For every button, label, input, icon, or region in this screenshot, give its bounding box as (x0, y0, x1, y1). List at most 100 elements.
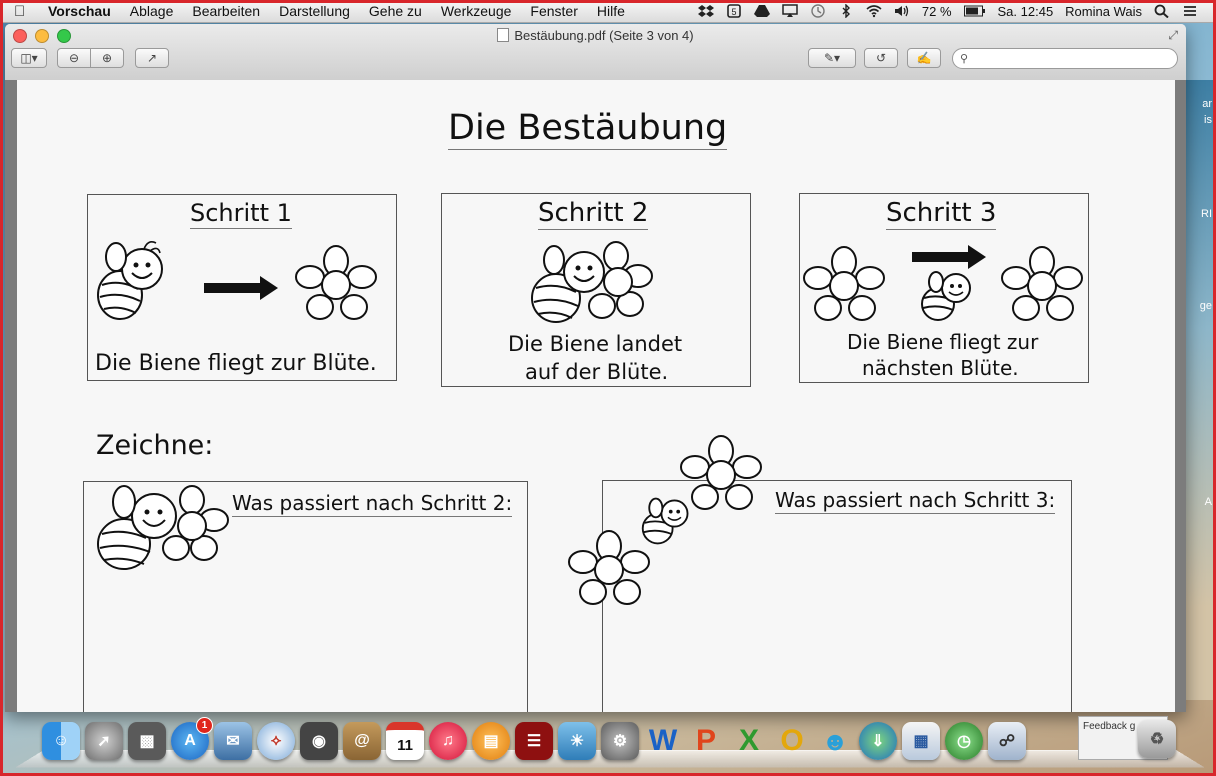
svg-text:5: 5 (731, 7, 736, 17)
html5-icon[interactable]: 5 (726, 4, 742, 18)
desktop-strip (1186, 80, 1216, 700)
iphoto-icon[interactable]: ☀ (558, 722, 596, 760)
itunes-icon[interactable]: ♫ (429, 722, 467, 760)
bee-illustration (97, 241, 163, 320)
time-machine-icon[interactable] (810, 4, 826, 18)
bee-on-flower-illustration (531, 241, 653, 323)
pdf-document-icon[interactable] (497, 28, 510, 42)
menu-user[interactable]: Romina Wais (1065, 4, 1142, 19)
photo-booth-curtain-icon[interactable]: ☰ (515, 722, 553, 760)
step-1-caption: Die Biene fliegt zur Blüte. (95, 351, 377, 376)
ibooks-icon[interactable]: ▤ (472, 722, 510, 760)
flower-illustration (803, 246, 885, 321)
flower-illustration (568, 530, 650, 605)
pen-icon: ✎▾ (823, 51, 841, 65)
menu-gehe-zu[interactable]: Gehe zu (369, 3, 422, 19)
menu-werkzeuge[interactable]: Werkzeuge (441, 3, 512, 19)
menu-hilfe[interactable]: Hilfe (597, 3, 625, 19)
calendar-icon[interactable]: 11 (386, 722, 424, 760)
step-2-caption-line-1: Die Biene landet (508, 332, 683, 356)
powerpoint-icon[interactable]: P (687, 722, 725, 760)
zoom-in-icon: ⊕ (101, 51, 113, 65)
step-2-heading: Schritt 2 (538, 198, 649, 230)
step-3-box: Schritt 3 Die Biene fliegt zur nächsten … (799, 193, 1089, 383)
desktop-label: A (1204, 496, 1212, 508)
menu-ablage[interactable]: Ablage (130, 3, 174, 19)
menu-bar:  Vorschau Ablage Bearbeiten Darstellung… (0, 0, 1216, 23)
word-icon[interactable]: W (644, 722, 682, 760)
wifi-icon[interactable] (866, 4, 882, 18)
excel-icon[interactable]: X (730, 722, 768, 760)
battery-percent: 72 % (921, 3, 952, 19)
drawing-box-step-3[interactable]: Was passiert nach Schritt 3: (602, 480, 1072, 712)
share-button[interactable]: ↗ (135, 48, 169, 68)
drawing-box-step-2[interactable]: Was passiert nach Schritt 2: (83, 481, 528, 712)
spotlight-icon[interactable] (1154, 4, 1170, 18)
volume-icon[interactable] (894, 4, 910, 18)
step-3-caption-line-1: Die Biene fliegt zur (847, 330, 1039, 354)
messenger-icon[interactable]: ☻ (816, 722, 854, 760)
window-title: Bestäubung.pdf (Seite 3 von 4) (514, 28, 694, 43)
mail-icon[interactable]: ✉ (214, 722, 252, 760)
edit-icon: ✍ (916, 51, 932, 65)
preview-icon[interactable]: ☍ (988, 722, 1026, 760)
apple-menu-icon[interactable]:  (14, 3, 34, 20)
finder-icon[interactable]: ☺ (42, 722, 80, 760)
share-icon: ↗ (146, 51, 158, 65)
notification-center-icon[interactable] (1182, 4, 1198, 18)
battery-icon[interactable] (963, 5, 986, 17)
zoom-out-button[interactable]: ⊖ (57, 48, 91, 68)
step-1-heading: Schritt 1 (190, 199, 292, 229)
pdf-page: Die Bestäubung Schritt 1 Die Biene flieg… (17, 80, 1175, 712)
facetime-icon[interactable]: ◉ (300, 722, 338, 760)
desktop-label: ge (1199, 300, 1212, 312)
menu-bearbeiten[interactable]: Bearbeiten (192, 3, 260, 19)
dropbox-icon[interactable] (697, 4, 714, 18)
outlook-icon[interactable]: O (773, 722, 811, 760)
document-title: Die Bestäubung (448, 108, 728, 150)
dock-icons: ☺ ➚ ▩ A1 ✉ ⟡ ◉ @ 11 ♫ ▤ ☰ ☀ ⚙ W P X O ☻ … (42, 717, 1026, 760)
zoom-out-icon: ⊖ (68, 51, 80, 65)
remote-desktop-icon[interactable]: ▦ (902, 722, 940, 760)
preview-window: Bestäubung.pdf (Seite 3 von 4) ⤢ ◫▾ ⊖ ⊕ … (5, 24, 1186, 712)
step-1-box: Schritt 1 Die Biene fliegt zur Blüte. (87, 194, 397, 381)
desktop-label: ar (1202, 98, 1212, 110)
zoom-in-button[interactable]: ⊕ (90, 48, 124, 68)
arrow-right-icon (204, 276, 278, 300)
airplay-icon[interactable] (782, 4, 798, 18)
flower-illustration (295, 245, 377, 320)
system-preferences-icon[interactable]: ⚙ (601, 722, 639, 760)
menu-darstellung[interactable]: Darstellung (279, 3, 350, 19)
bee-on-flower-illustration (97, 485, 229, 570)
desktop-label: is (1204, 114, 1212, 126)
photo-booth-icon[interactable]: ▩ (128, 722, 166, 760)
network-icon[interactable]: ⇓ (859, 722, 897, 760)
rotate-icon: ↺ (875, 51, 887, 65)
rotate-button[interactable]: ↺ (864, 48, 898, 68)
step-3-heading: Schritt 3 (886, 198, 997, 230)
feedback-label: Feedback g (1083, 721, 1136, 732)
document-viewport[interactable]: Die Bestäubung Schritt 1 Die Biene flieg… (5, 80, 1186, 712)
safari-icon[interactable]: ⟡ (257, 722, 295, 760)
flower-illustration (1001, 246, 1083, 321)
fullscreen-icon[interactable]: ⤢ (1168, 28, 1178, 43)
menu-fenster[interactable]: Fenster (530, 3, 577, 19)
sidebar-toggle-button[interactable]: ◫▾ (11, 48, 47, 68)
status-area: 5 72 % Sa. 12:45 Romina Wais (697, 3, 1216, 19)
launchpad-icon[interactable]: ➚ (85, 722, 123, 760)
app-store-icon[interactable]: A1 (171, 717, 213, 760)
sidebar-icon: ◫▾ (20, 51, 38, 65)
address-book-icon[interactable]: @ (343, 722, 381, 760)
flower-illustration (680, 435, 762, 510)
annotate-button[interactable]: ✎▾ (808, 48, 856, 68)
window-titlebar: Bestäubung.pdf (Seite 3 von 4) ⤢ ◫▾ ⊖ ⊕ … (5, 24, 1186, 81)
menu-clock[interactable]: Sa. 12:45 (998, 4, 1054, 19)
search-input[interactable]: ⚲ (952, 48, 1178, 69)
menu-app-name[interactable]: Vorschau (48, 3, 111, 19)
bluetooth-icon[interactable] (838, 4, 854, 18)
time-machine-icon[interactable]: ◷ (945, 722, 983, 760)
trash-icon[interactable]: ♻ (1138, 720, 1176, 758)
edit-toolbar-button[interactable]: ✍ (907, 48, 941, 68)
drive-icon[interactable] (753, 4, 770, 18)
step-3-caption-line-2: nächsten Blüte. (862, 356, 1019, 380)
